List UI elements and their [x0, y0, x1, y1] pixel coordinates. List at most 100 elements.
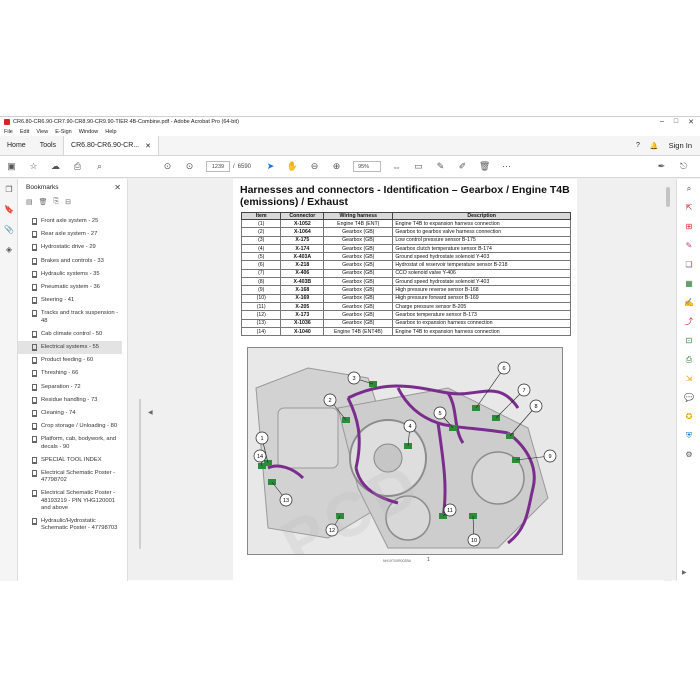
- scrollbar-thumb[interactable]: [666, 187, 670, 207]
- new-bookmark-icon[interactable]: ⎘: [54, 198, 60, 206]
- comment-tool-icon[interactable]: 💬: [677, 388, 700, 407]
- bookmark-item[interactable]: Pneumatic system - 36: [18, 281, 122, 294]
- menu-help[interactable]: Help: [105, 129, 116, 135]
- cell-connector: X-174: [280, 243, 325, 254]
- bookmark-item[interactable]: Separation - 72: [18, 381, 122, 394]
- menu-view[interactable]: View: [36, 129, 48, 135]
- menu-window[interactable]: Window: [79, 129, 99, 135]
- organize-pages-icon[interactable]: ▦: [677, 274, 700, 293]
- cell-item: (6): [240, 260, 282, 270]
- more-tools-icon[interactable]: ⋯: [501, 161, 512, 172]
- bookmark-item[interactable]: Brakes and controls - 33: [18, 255, 122, 268]
- bookmark-item[interactable]: Front axle system - 25: [18, 215, 122, 228]
- help-icon[interactable]: ?: [636, 142, 640, 149]
- share-icon[interactable]: ⎋: [678, 161, 689, 172]
- collapse-panel-icon[interactable]: ◀: [148, 409, 153, 416]
- print-icon[interactable]: ⎙: [72, 161, 83, 172]
- sign-pen-icon[interactable]: ✒: [656, 161, 667, 172]
- engine-gearbox-figure: 1 2 3 4 5 6 7 8 9 10 11 12 13 14 PCD: [247, 347, 563, 555]
- bookmarks-panel-icon[interactable]: 🔖: [0, 199, 18, 219]
- bookmark-label: Front axle system - 25: [41, 218, 99, 224]
- bookmark-item[interactable]: SPECIAL TOOL INDEX: [18, 454, 122, 467]
- bookmark-star-icon[interactable]: ☆: [28, 161, 39, 172]
- zoom-select[interactable]: 95%: [353, 161, 382, 172]
- collapse-right-rail-icon[interactable]: ▶: [682, 569, 687, 576]
- search-tool-icon[interactable]: ⌕: [677, 179, 700, 198]
- bookmark-item[interactable]: Cleaning - 74: [18, 407, 122, 420]
- bookmark-item[interactable]: Electrical Schematic Poster - 47798702: [18, 467, 122, 487]
- scan-ocr-icon[interactable]: ⎙: [677, 350, 700, 369]
- table-row: (1) X-1052 Engine T4B (ENT) Engine T4B to e…: [240, 218, 571, 229]
- page-thumbnails-icon[interactable]: ❐: [0, 179, 18, 199]
- next-page-icon[interactable]: ⊙: [184, 161, 195, 172]
- fit-page-icon[interactable]: ⇔: [391, 161, 402, 172]
- cell-harness: Gearbox (GB): [323, 318, 394, 328]
- search-icon[interactable]: ⌕: [94, 161, 105, 172]
- main-toolbar: ▣ ☆ ☁ ⎙ ⌕ ⊙ ⊙ 1239 / 6590 ➤ ✋ ⊖ ⊕ 95% ⇔ …: [0, 156, 700, 178]
- bookmark-item[interactable]: Hydraulic systems - 35: [18, 268, 122, 281]
- page-number-input[interactable]: 1239: [206, 161, 230, 172]
- sign-in-button[interactable]: Sign In: [669, 141, 692, 150]
- maximize-icon[interactable]: □: [674, 118, 678, 126]
- delete-icon[interactable]: 🗑: [479, 161, 490, 172]
- bookmark-item[interactable]: Steering - 41: [18, 294, 122, 307]
- bookmark-item[interactable]: Platform, cab, bodywork, and decals - 90: [18, 433, 122, 453]
- tab-tools[interactable]: Tools: [33, 136, 63, 155]
- tab-document[interactable]: CR6.80-CR6.90-CR... ✕: [63, 136, 159, 155]
- more-options-icon[interactable]: ⚙: [677, 445, 700, 464]
- bookmark-item[interactable]: Rear axle system - 27: [18, 228, 122, 241]
- bookmark-item[interactable]: Electrical systems - 55: [18, 341, 122, 355]
- comment-icon[interactable]: ▭: [413, 161, 424, 172]
- bookmark-item[interactable]: Crop storage / Unloading - 80: [18, 420, 122, 433]
- combine-files-icon[interactable]: ❏: [677, 255, 700, 274]
- cell-item: (11): [240, 301, 282, 312]
- previous-page-icon[interactable]: ⊙: [162, 161, 173, 172]
- bookmark-item[interactable]: Threshing - 66: [18, 367, 122, 380]
- draw-icon[interactable]: ✐: [457, 161, 468, 172]
- close-tab-icon[interactable]: ✕: [145, 142, 151, 150]
- minimize-icon[interactable]: –: [660, 118, 664, 126]
- stamp-icon[interactable]: ✪: [677, 407, 700, 426]
- fill-sign-icon[interactable]: ✍: [677, 293, 700, 312]
- bookmark-item[interactable]: Residue handling - 73: [18, 394, 122, 407]
- protect-icon[interactable]: ⛨: [677, 426, 700, 445]
- layers-icon[interactable]: ◈: [0, 239, 18, 259]
- bookmark-item[interactable]: Tracks and track suspension - 48: [18, 307, 122, 327]
- notifications-icon[interactable]: 🔔: [650, 142, 659, 150]
- bookmark-flag-icon: [32, 231, 37, 239]
- attachments-icon[interactable]: 📎: [0, 219, 18, 239]
- cell-connector: X-1064: [280, 227, 325, 237]
- zoom-in-icon[interactable]: ⊕: [331, 161, 342, 172]
- compress-icon[interactable]: ⇲: [677, 369, 700, 388]
- menu-edit[interactable]: Edit: [20, 129, 29, 135]
- export-icon[interactable]: ⤴: [677, 312, 700, 331]
- zoom-out-icon[interactable]: ⊖: [309, 161, 320, 172]
- close-panel-icon[interactable]: ✕: [114, 183, 121, 192]
- tab-home[interactable]: Home: [0, 136, 33, 155]
- send-review-icon[interactable]: ⊡: [677, 331, 700, 350]
- select-cursor-icon[interactable]: ➤: [265, 161, 276, 172]
- create-pdf-icon[interactable]: ⊞: [677, 217, 700, 236]
- cell-connector: X-403A: [280, 252, 325, 262]
- close-window-icon[interactable]: ✕: [688, 118, 694, 126]
- cell-description: Ground speed hydrostate solenoid Y-403: [392, 252, 571, 262]
- expand-bookmark-icon[interactable]: ⊟: [65, 198, 71, 206]
- bookmark-item[interactable]: Product feeding - 60: [18, 354, 122, 367]
- hand-tool-icon[interactable]: ✋: [287, 161, 298, 172]
- delete-bookmark-icon[interactable]: 🗑: [39, 198, 48, 206]
- bookmarks-scrollbar[interactable]: [139, 399, 141, 549]
- bookmark-options-icon[interactable]: ▤: [26, 198, 33, 206]
- menu-file[interactable]: File: [4, 129, 13, 135]
- figure-reference: NH19T00R002BA: [383, 559, 412, 563]
- bookmark-item[interactable]: Hydraulic/Hydrostatic Schematic Poster -…: [18, 515, 122, 535]
- edit-pdf-icon[interactable]: ✎: [677, 236, 700, 255]
- save-icon[interactable]: ▣: [6, 161, 17, 172]
- menu-esign[interactable]: E-Sign: [55, 129, 72, 135]
- bookmark-item[interactable]: Hydrostatic drive - 29: [18, 241, 122, 254]
- highlight-pen-icon[interactable]: ✎: [435, 161, 446, 172]
- bookmark-item[interactable]: Electrical Schematic Poster - 48193219 -…: [18, 487, 122, 515]
- upload-cloud-icon[interactable]: ☁: [50, 161, 61, 172]
- export-pdf-icon[interactable]: ⇱: [677, 198, 700, 217]
- document-scrollbar[interactable]: [664, 179, 672, 581]
- bookmark-item[interactable]: Cab climate control - 50: [18, 328, 122, 341]
